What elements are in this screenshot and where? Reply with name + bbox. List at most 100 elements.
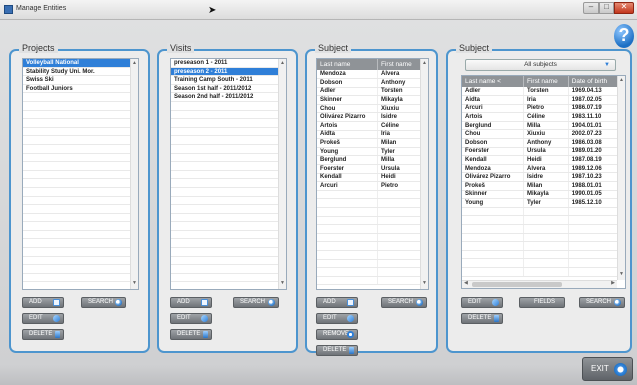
- list-item[interactable]: Training Camp South - 2011: [171, 76, 286, 85]
- table-row[interactable]: Skinner Mikayla 1990.01.05: [462, 190, 620, 200]
- help-icon[interactable]: ?: [614, 24, 634, 48]
- scroll-up-icon[interactable]: ▲: [279, 60, 286, 68]
- list-item[interactable]: [23, 128, 138, 137]
- list-item[interactable]: Stability Study Uni. Mor.: [23, 68, 138, 77]
- table-row[interactable]: [317, 233, 422, 243]
- list-item[interactable]: [171, 119, 286, 128]
- list-item[interactable]: [23, 265, 138, 274]
- table-row[interactable]: Skinner Mikayla: [317, 95, 422, 105]
- scroll-up-icon[interactable]: ▲: [618, 77, 625, 85]
- visits-scrollbar[interactable]: ▲ ▼: [278, 59, 286, 289]
- list-item[interactable]: [171, 239, 286, 249]
- list-item[interactable]: [23, 222, 138, 231]
- list-item[interactable]: [23, 162, 138, 171]
- column-header-date-of-birth[interactable]: Date of birth: [568, 76, 620, 87]
- list-item[interactable]: [23, 239, 138, 249]
- projects-search-button[interactable]: SEARCH: [81, 297, 126, 308]
- list-item[interactable]: [171, 248, 286, 257]
- list-item[interactable]: [171, 205, 286, 214]
- exit-button[interactable]: EXIT: [582, 357, 633, 381]
- projects-scrollbar[interactable]: ▲ ▼: [130, 59, 138, 289]
- list-item[interactable]: [171, 179, 286, 188]
- table-row[interactable]: Prokeš Milan 1988.01.01: [462, 181, 620, 191]
- list-item[interactable]: [171, 265, 286, 274]
- table-row[interactable]: [317, 259, 422, 269]
- projects-add-button[interactable]: ADD: [22, 297, 64, 308]
- table-row[interactable]: Berglund Milla: [317, 155, 422, 166]
- maximize-button[interactable]: □: [599, 2, 614, 14]
- table-row[interactable]: [317, 224, 422, 234]
- subject-add-button[interactable]: ADD: [316, 297, 358, 308]
- table-row[interactable]: Artois Céline 1983.11.10: [462, 112, 620, 122]
- scroll-up-icon[interactable]: ▲: [421, 60, 428, 68]
- scroll-down-icon[interactable]: ▼: [131, 280, 138, 288]
- subject-search-button[interactable]: SEARCH: [381, 297, 427, 308]
- table-row[interactable]: Foerster Ursula 1989.01.20: [462, 147, 620, 157]
- table-row[interactable]: [317, 216, 422, 226]
- list-item[interactable]: [23, 188, 138, 197]
- list-item[interactable]: preseason 2 - 2011: [171, 67, 286, 77]
- table-row[interactable]: Olivárez Pizarro Isidre: [317, 112, 422, 123]
- table-row[interactable]: [317, 241, 422, 251]
- list-item[interactable]: [23, 231, 138, 240]
- list-item[interactable]: [23, 136, 138, 145]
- table-row[interactable]: [317, 267, 422, 277]
- subject-all-hscrollbar[interactable]: ◀ ▶: [462, 280, 617, 288]
- table-row[interactable]: Arcuri Pietro 1986.07.19: [462, 104, 620, 114]
- list-item[interactable]: Season 1st half - 2011/2012: [171, 85, 286, 94]
- list-item[interactable]: [171, 188, 286, 197]
- subject-all-search-button[interactable]: SEARCH: [579, 297, 625, 308]
- table-row[interactable]: Adler Torsten: [317, 87, 422, 97]
- table-row[interactable]: [317, 198, 422, 208]
- list-item[interactable]: [23, 111, 138, 120]
- table-row[interactable]: [462, 241, 620, 251]
- list-item[interactable]: [171, 171, 286, 180]
- list-item[interactable]: [171, 274, 286, 283]
- table-row[interactable]: [462, 224, 620, 234]
- list-item[interactable]: [23, 214, 138, 223]
- table-row[interactable]: Kendall Heidi: [317, 173, 422, 183]
- list-item[interactable]: [23, 102, 138, 111]
- scroll-down-icon[interactable]: ▼: [618, 271, 625, 279]
- projects-list[interactable]: Volleyball National Stability Study Uni. …: [22, 58, 139, 290]
- visits-list[interactable]: preseason 1 - 2011 preseason 2 - 2011 Trai…: [170, 58, 287, 290]
- table-row[interactable]: Chou Xiuxiu 2002.07.23: [462, 129, 620, 140]
- list-item[interactable]: [23, 257, 138, 266]
- subject-assigned-scrollbar[interactable]: ▲ ▼: [420, 59, 428, 289]
- list-item[interactable]: [23, 248, 138, 257]
- list-item[interactable]: [23, 119, 138, 128]
- subject-all-fields-button[interactable]: FIELDS: [519, 297, 565, 308]
- subject-all-delete-button[interactable]: DELETE: [461, 313, 503, 324]
- scroll-down-icon[interactable]: ▼: [279, 280, 286, 288]
- visits-search-button[interactable]: SEARCH: [233, 297, 279, 308]
- list-item[interactable]: [23, 197, 138, 206]
- list-item[interactable]: preseason 1 - 2011: [171, 59, 286, 68]
- column-header-first-name[interactable]: First name: [377, 59, 422, 70]
- scroll-left-icon[interactable]: ◀: [464, 280, 468, 286]
- projects-edit-button[interactable]: EDIT: [22, 313, 64, 324]
- table-row[interactable]: [462, 215, 620, 225]
- table-row[interactable]: [462, 250, 620, 260]
- subject-filter-dropdown[interactable]: All subjects ▼: [465, 59, 616, 71]
- list-item[interactable]: [171, 111, 286, 120]
- list-item[interactable]: [171, 231, 286, 240]
- table-row[interactable]: Foerster Ursula: [317, 164, 422, 174]
- list-item[interactable]: [23, 93, 138, 102]
- table-row[interactable]: Berglund Milla 1904.01.01: [462, 121, 620, 131]
- list-item[interactable]: [171, 197, 286, 206]
- table-row[interactable]: Mendoza Alvera 1989.12.06: [462, 164, 620, 174]
- subject-all-edit-button[interactable]: EDIT: [461, 297, 503, 308]
- table-row[interactable]: Mendoza Alvera: [317, 70, 422, 80]
- table-row[interactable]: Young Tyler: [317, 147, 422, 157]
- table-row[interactable]: Artois Céline: [317, 121, 422, 131]
- scroll-down-icon[interactable]: ▼: [421, 280, 428, 288]
- table-row[interactable]: Olivárez Pizarro Isidre 1987.10.23: [462, 172, 620, 183]
- visits-delete-button[interactable]: DELETE: [170, 329, 212, 340]
- table-row[interactable]: [462, 207, 620, 217]
- table-row[interactable]: Aidta Iria: [317, 130, 422, 140]
- list-item[interactable]: [23, 179, 138, 188]
- table-row[interactable]: [462, 258, 620, 268]
- subject-remove-button[interactable]: REMOVE: [316, 329, 358, 340]
- list-item[interactable]: [23, 274, 138, 283]
- visits-add-button[interactable]: ADD: [170, 297, 212, 308]
